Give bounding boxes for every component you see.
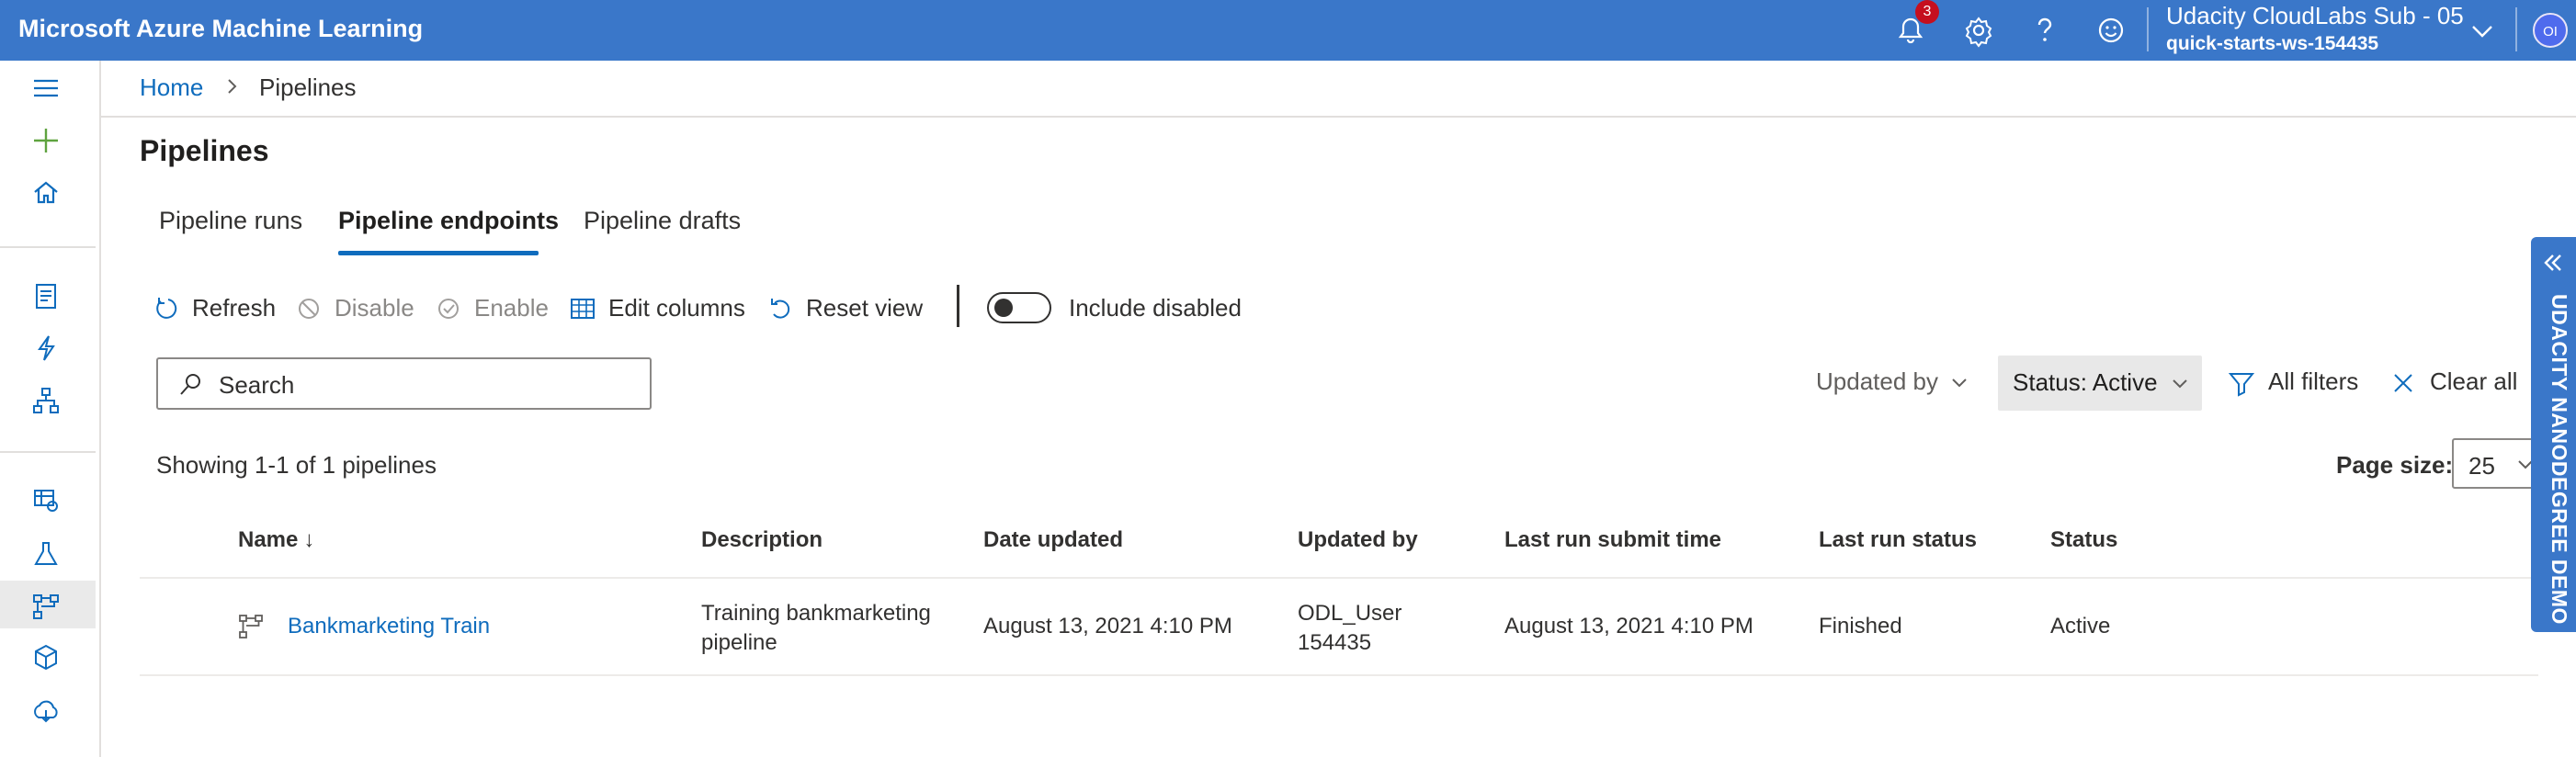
tab-pipeline-runs[interactable]: Pipeline runs <box>159 207 302 235</box>
endpoints-icon[interactable] <box>0 685 96 733</box>
active-tab-indicator <box>338 251 539 255</box>
help-icon[interactable] <box>2026 11 2064 50</box>
search-icon <box>180 374 200 395</box>
cell-description-line: pipeline <box>701 630 777 655</box>
enable-label: Enable <box>474 294 549 322</box>
include-disabled-toggle[interactable] <box>987 292 1051 323</box>
automl-icon[interactable] <box>0 322 96 370</box>
tab-pipeline-drafts[interactable]: Pipeline drafts <box>584 207 741 235</box>
result-count: Showing 1-1 of 1 pipelines <box>156 451 437 479</box>
topbar-divider <box>2147 7 2149 51</box>
column-header-last-run-status[interactable]: Last run status <box>1819 527 1977 553</box>
page-size-value: 25 <box>2468 452 2495 480</box>
smiley-icon[interactable] <box>2092 11 2130 50</box>
refresh-label: Refresh <box>192 294 277 322</box>
block-icon <box>299 299 319 319</box>
notification-badge: 3 <box>1915 0 1939 24</box>
updated-by-filter-label: Updated by <box>1816 367 1938 395</box>
tab-pipeline-endpoints[interactable]: Pipeline endpoints <box>338 207 559 235</box>
updated-by-filter[interactable]: Updated by <box>1816 367 1938 396</box>
cell-description: Training bankmarketing pipeline <box>701 599 931 658</box>
double-chevron-left-icon <box>2544 254 2561 271</box>
models-icon[interactable] <box>0 632 96 680</box>
experiments-icon[interactable] <box>0 528 96 576</box>
cell-updated-by-line: ODL_User <box>1298 601 1402 626</box>
avatar[interactable]: OI <box>2533 13 2568 48</box>
enable-button[interactable]: Enable <box>434 290 553 327</box>
column-header-last-run-submit-time[interactable]: Last run submit time <box>1504 527 1721 553</box>
app-title[interactable]: Microsoft Azure Machine Learning <box>18 15 423 43</box>
cell-updated-by-line: 154435 <box>1298 630 1372 655</box>
notebook-icon[interactable] <box>0 270 96 318</box>
column-header-name[interactable]: Name ↓ <box>238 527 314 553</box>
gear-icon[interactable] <box>1959 11 1998 50</box>
disable-label: Disable <box>335 294 414 322</box>
column-header-date-updated[interactable]: Date updated <box>983 527 1123 553</box>
refresh-icon <box>156 298 177 319</box>
toolbar-divider <box>957 285 959 327</box>
cell-last-run-status: Finished <box>1819 614 1902 638</box>
cell-last-run-submit-time: August 13, 2021 4:10 PM <box>1504 614 1753 638</box>
cell-updated-by: ODL_User 154435 <box>1298 599 1401 658</box>
status-filter[interactable]: Status: Active <box>1998 356 2202 411</box>
chevron-right-icon <box>221 75 243 97</box>
side-banner-label: UDACITY NANODEGREE DEMO <box>2548 294 2571 625</box>
page-size-label: Page size: <box>2336 451 2454 479</box>
disable-button[interactable]: Disable <box>294 290 423 327</box>
toggle-knob <box>994 299 1013 317</box>
column-header-name-label: Name <box>238 527 299 552</box>
edit-columns-label: Edit columns <box>608 294 745 322</box>
cell-status: Active <box>2050 614 2111 638</box>
column-header-description[interactable]: Description <box>701 527 823 553</box>
status-filter-label: Status: Active <box>2013 368 2158 396</box>
pipeline-icon <box>239 615 263 638</box>
filter-icon <box>2228 373 2255 397</box>
top-bar: Microsoft Azure Machine Learning 3 Udaci… <box>0 0 2576 61</box>
sort-descending-icon: ↓ <box>303 527 315 552</box>
breadcrumb-home-link[interactable]: Home <box>140 73 203 102</box>
chevron-down-icon[interactable] <box>2463 11 2502 50</box>
home-icon[interactable] <box>0 167 96 215</box>
column-header-updated-by[interactable]: Updated by <box>1298 527 1418 553</box>
column-header-status[interactable]: Status <box>2050 527 2117 553</box>
plus-icon[interactable] <box>0 115 96 163</box>
reset-view-button[interactable]: Reset view <box>766 290 924 327</box>
topbar-divider <box>2515 7 2517 51</box>
workspace-name[interactable]: quick-starts-ws-154435 <box>2166 33 2378 55</box>
edit-columns-button[interactable]: Edit columns <box>568 290 752 327</box>
designer-icon[interactable] <box>0 375 96 423</box>
reset-view-label: Reset view <box>806 294 924 322</box>
all-filters-label: All filters <box>2268 367 2359 395</box>
left-rail <box>0 61 101 757</box>
page-title: Pipelines <box>140 134 269 167</box>
pipeline-name-link[interactable]: Bankmarketing Train <box>288 612 490 641</box>
reset-icon <box>771 299 790 319</box>
refresh-button[interactable]: Refresh <box>152 290 280 327</box>
check-circle-icon <box>438 299 459 319</box>
breadcrumb-current: Pipelines <box>259 73 357 101</box>
table-row-divider <box>140 674 2538 676</box>
clear-all-label: Clear all <box>2430 367 2518 395</box>
cell-date-updated: August 13, 2021 4:10 PM <box>983 614 1232 638</box>
table-icon <box>571 299 595 319</box>
cell-description-line: Training bankmarketing <box>701 601 931 626</box>
chevron-down-icon <box>1952 378 1967 388</box>
chevron-down-icon <box>2173 379 2187 389</box>
pipelines-icon[interactable] <box>0 581 96 628</box>
close-icon <box>2394 374 2412 392</box>
account-name[interactable]: Udacity CloudLabs Sub - 05 <box>2166 2 2464 30</box>
breadcrumb <box>101 61 2576 118</box>
search-box[interactable] <box>156 357 652 410</box>
datasets-icon[interactable] <box>0 474 96 522</box>
table-row-divider <box>140 577 2538 579</box>
include-disabled-label: Include disabled <box>1069 294 1242 322</box>
search-input[interactable] <box>217 367 634 403</box>
rail-divider <box>0 451 96 453</box>
hamburger-icon[interactable] <box>0 62 96 110</box>
rail-divider <box>0 246 96 248</box>
